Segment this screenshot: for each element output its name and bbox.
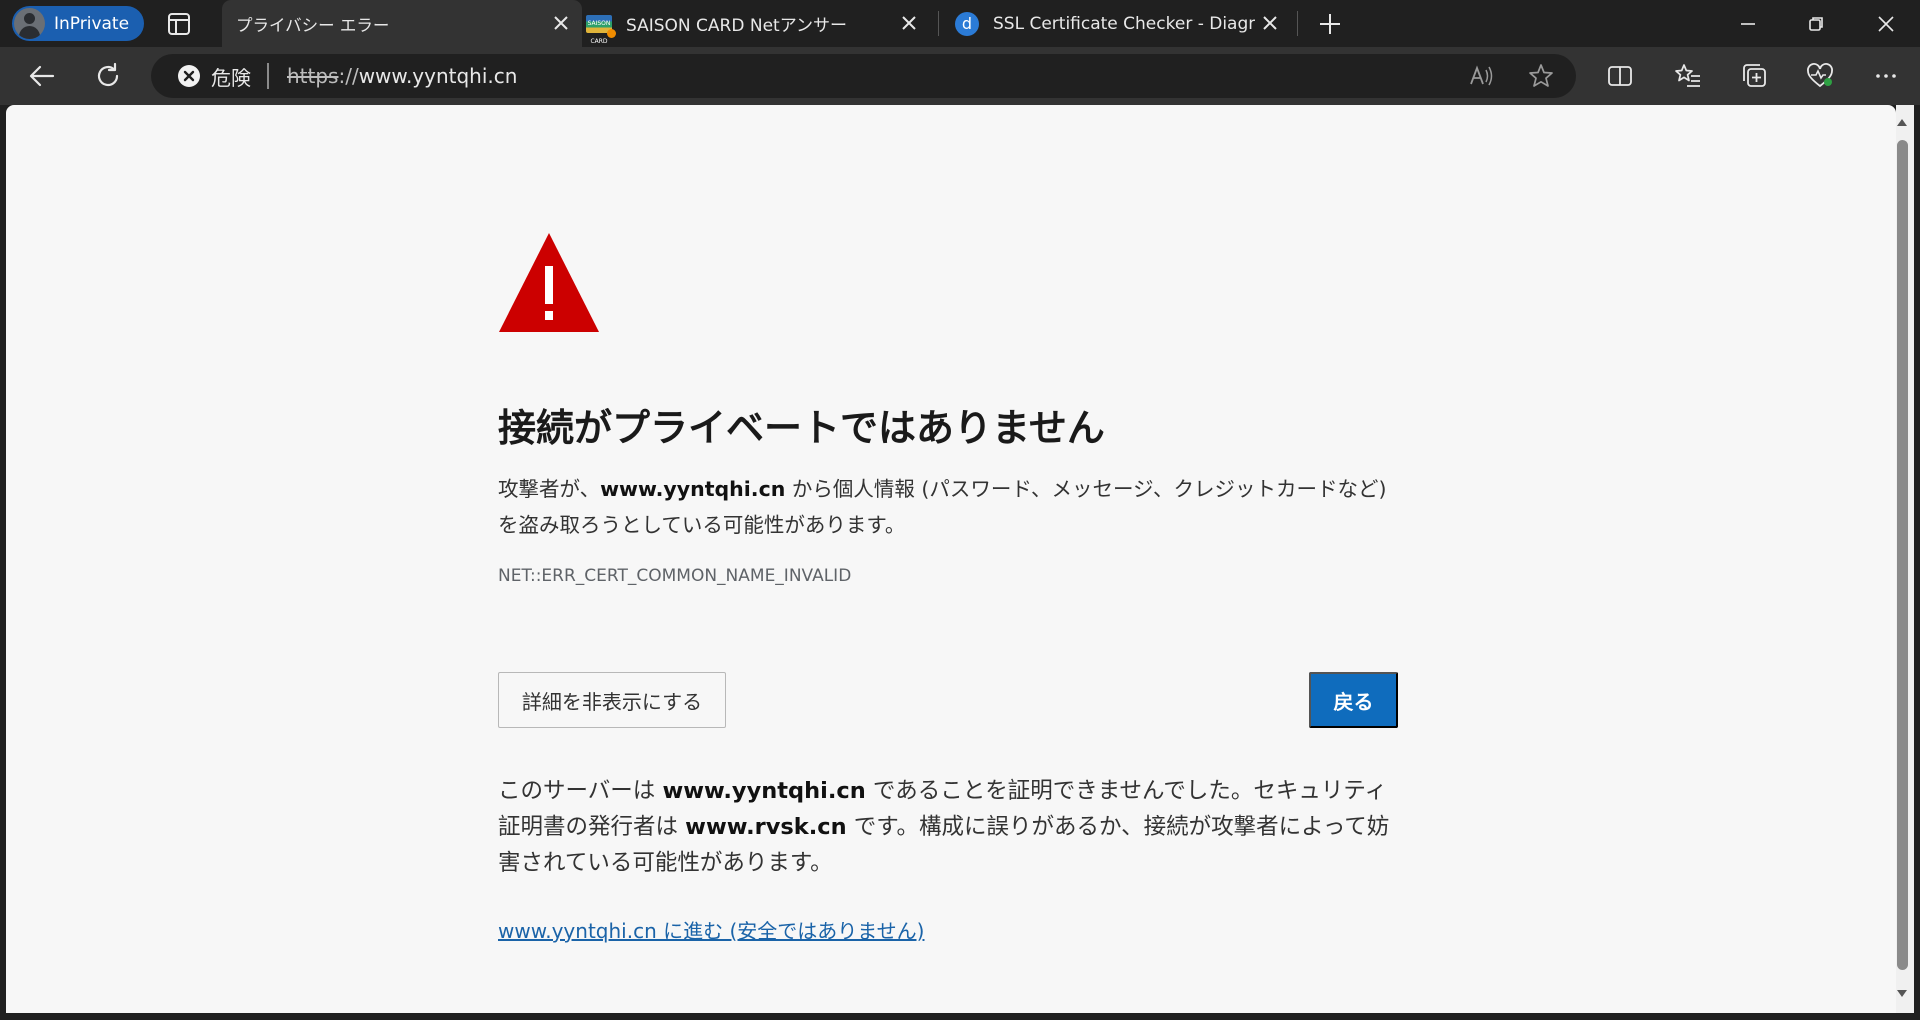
restore-icon[interactable]	[1802, 10, 1830, 38]
site-host: www.yyntqhi.cn	[600, 477, 786, 501]
browser-essentials-icon[interactable]	[1805, 61, 1835, 91]
scroll-down-arrow-icon[interactable]	[1895, 988, 1909, 1000]
url-text[interactable]: https://www.yyntqhi.cn	[287, 64, 517, 88]
proceed-unsafe-link[interactable]: www.yyntqhi.cn に進む (安全ではありません)	[498, 915, 924, 944]
tab-title: プライバシー エラー	[236, 15, 390, 35]
error-code: NET::ERR_CERT_COMMON_NAME_INVALID	[498, 566, 852, 586]
close-icon[interactable]	[1259, 12, 1281, 34]
url-separator: ://	[338, 64, 359, 88]
site-host: www.yyntqhi.cn	[662, 778, 866, 804]
browser-toolbar: 危険 https://www.yyntqhi.cn	[0, 47, 1920, 105]
read-aloud-icon[interactable]	[1467, 62, 1495, 90]
back-icon[interactable]	[27, 61, 57, 91]
url-scheme: https	[287, 64, 339, 88]
more-icon[interactable]	[1871, 61, 1901, 91]
tab-separator	[938, 11, 939, 36]
address-bar[interactable]: 危険 https://www.yyntqhi.cn	[151, 54, 1576, 98]
warning-triangle-icon	[499, 233, 599, 332]
url-host: www.yyntqhi.cn	[358, 64, 518, 88]
minimize-icon[interactable]	[1734, 10, 1762, 38]
tab-title: SSL Certificate Checker - Diagnos	[993, 13, 1255, 34]
close-window-icon[interactable]	[1872, 10, 1900, 38]
inprivate-badge[interactable]: InPrivate	[12, 6, 144, 41]
address-separator	[267, 63, 269, 89]
saison-favicon-icon: SAISON CARD	[586, 14, 616, 45]
error-description: 攻撃者が、www.yyntqhi.cn から個人情報 (パスワード、メッセージ、…	[498, 477, 1387, 537]
notification-dot-icon	[607, 28, 616, 38]
new-tab-icon[interactable]	[1316, 10, 1344, 38]
hide-details-button[interactable]: 詳細を非表示にする	[498, 672, 726, 728]
inprivate-label: InPrivate	[54, 13, 130, 34]
favorite-star-icon[interactable]	[1527, 62, 1555, 90]
close-icon[interactable]	[550, 12, 572, 34]
tab-separator	[1297, 11, 1298, 36]
refresh-icon[interactable]	[93, 61, 123, 91]
avatar-icon	[14, 8, 45, 39]
danger-icon[interactable]	[177, 64, 201, 88]
details-text: このサーバーは www.yyntqhi.cn であることを証明できませんでした。…	[498, 778, 1390, 876]
tab-actions-icon[interactable]	[166, 12, 194, 36]
favorites-icon[interactable]	[1673, 61, 1703, 91]
scrollbar-thumb[interactable]	[1897, 140, 1908, 970]
tab-privacy-error[interactable]: プライバシー エラー	[222, 0, 582, 47]
issuer-host: www.rvsk.cn	[685, 814, 847, 840]
security-status-label[interactable]: 危険	[211, 62, 251, 91]
tab-title: SAISON CARD Netアンサー	[626, 16, 848, 36]
scroll-up-arrow-icon[interactable]	[1895, 116, 1909, 128]
ssl-checker-favicon-icon: d	[955, 11, 979, 36]
tab-ssl-checker[interactable]: d SSL Certificate Checker - Diagnos	[955, 0, 1297, 47]
tab-bar: InPrivate プライバシー エラー SAISON CARD SAISON …	[0, 0, 1920, 47]
window-bottom-edge	[0, 1013, 1920, 1020]
close-icon[interactable]	[898, 12, 920, 34]
split-screen-icon[interactable]	[1605, 61, 1635, 91]
tab-saison-card[interactable]: SAISON CARD SAISON CARD Netアンサー	[586, 0, 930, 47]
back-button[interactable]: 戻る	[1309, 672, 1398, 728]
collections-icon[interactable]	[1739, 61, 1769, 91]
page-title: 接続がプライベートではありません	[498, 406, 1105, 450]
